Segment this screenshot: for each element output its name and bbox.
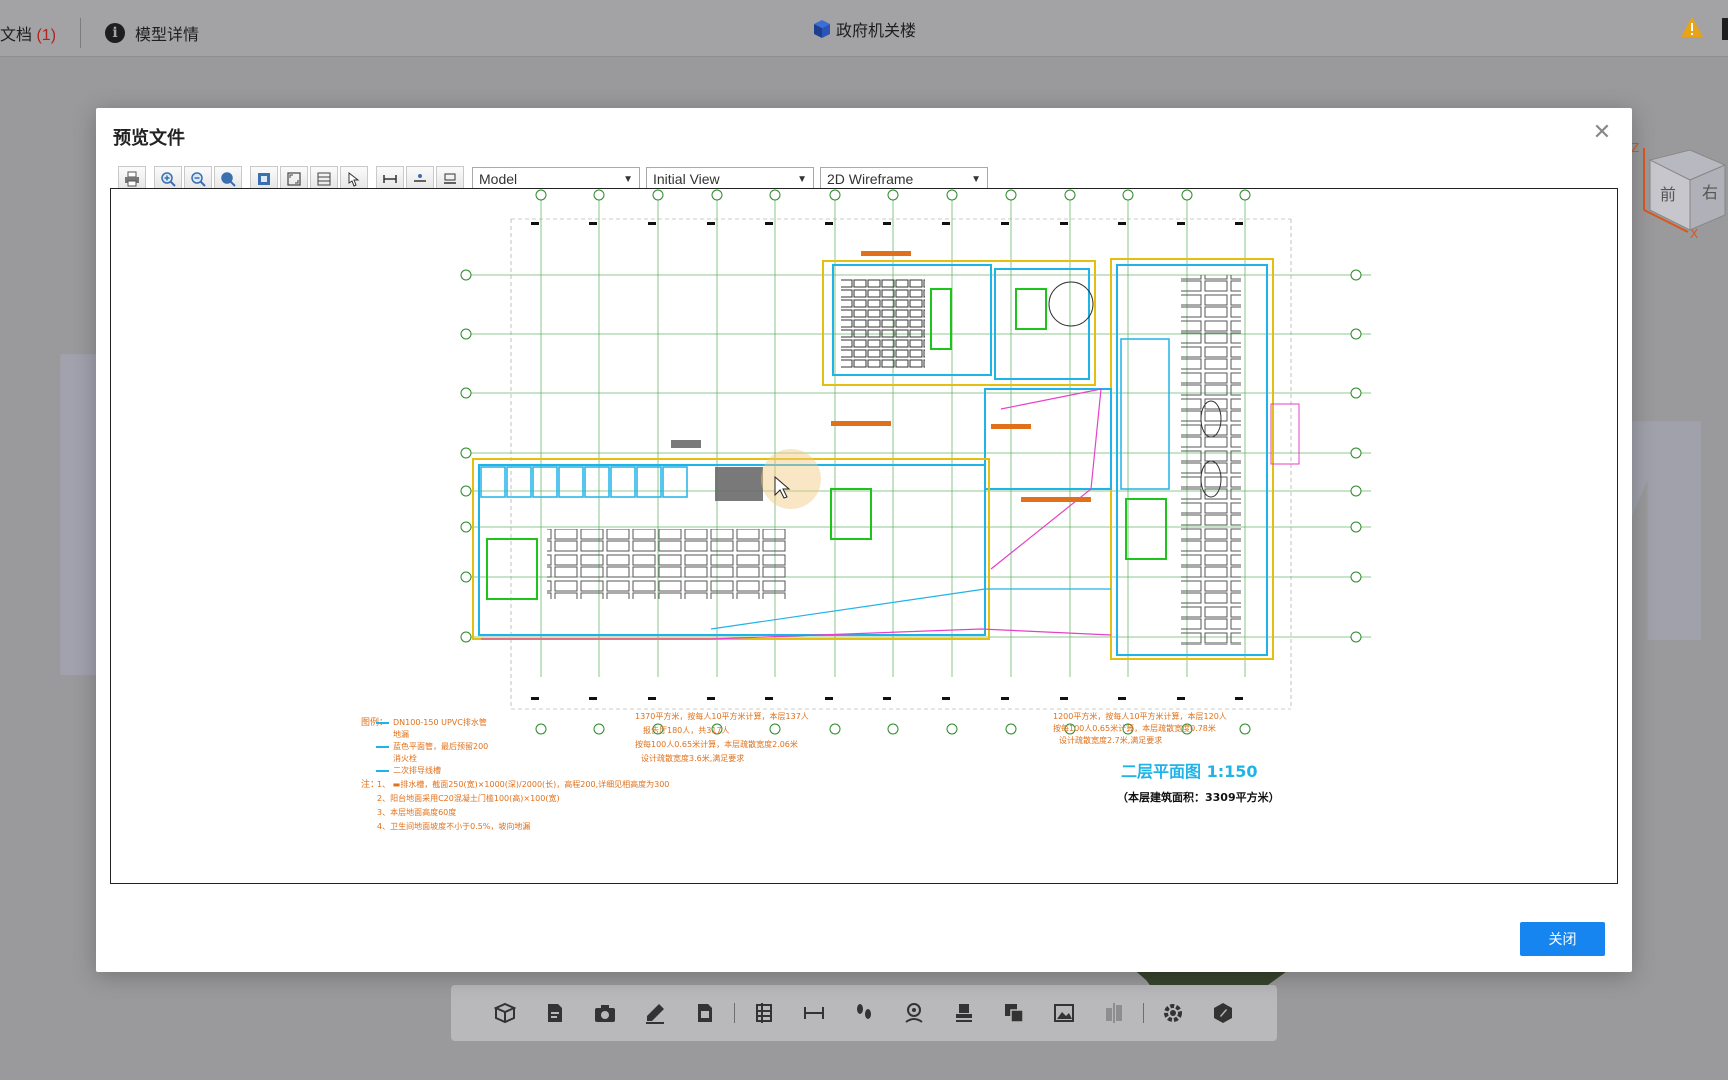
project-title: 政府机关楼 [812, 17, 916, 41]
image-icon[interactable] [1039, 985, 1089, 1041]
svg-text:X: X [1690, 227, 1698, 240]
documents-tab[interactable]: 文档 (1) [0, 21, 56, 45]
walk-icon[interactable] [839, 985, 889, 1041]
close-icon[interactable]: ✕ [1590, 120, 1614, 144]
close-dialog-button[interactable]: 关闭 [1520, 922, 1605, 956]
legend-item: 地漏 [393, 729, 409, 739]
section-icon[interactable] [739, 985, 789, 1041]
model-details-tab[interactable]: i 模型详情 [105, 21, 199, 45]
svg-text:Z: Z [1631, 141, 1639, 155]
divider [734, 1003, 735, 1023]
model-cube-icon[interactable] [480, 985, 530, 1041]
svg-text:右: 右 [1702, 183, 1718, 202]
document-icon[interactable] [530, 985, 580, 1041]
floor-plan-drawing: 二层平面图 1:150 （本层建筑面积：3309平方米） 图例： DN100-1… [361, 189, 1371, 831]
center-note-line: 1370平方米，按每人10平方米计算，本层137人 [635, 711, 809, 721]
note-line: 2、阳台地面采用C20混凝土门槛100(高)×100(宽) [377, 793, 560, 803]
right-note-line: 1200平方米，按每人10平方米计算，本层120人 [1053, 711, 1227, 721]
warning-icon[interactable] [1680, 16, 1704, 38]
legend-item: 蓝色平面管，最后预留200 [393, 741, 488, 751]
compare-icon[interactable] [1089, 985, 1139, 1041]
top-toolbar: 文档 (1) i 模型详情 政府机关楼 [0, 0, 1728, 57]
divider [80, 18, 82, 48]
location-icon[interactable] [889, 985, 939, 1041]
sheet-icon[interactable] [680, 985, 730, 1041]
dialog-title: 预览文件 [113, 128, 185, 148]
center-note-line: 按每100人0.65米计算，本层疏散宽度2.06米 [635, 739, 798, 749]
preview-file-dialog: 预览文件 ✕ Model ▼ Initial View ▼ 2D Wireframe… [96, 108, 1632, 972]
top-toolbar-left: 文档 (1) i 模型详情 [0, 18, 199, 48]
view-cube[interactable]: Z X 前 右 [1630, 140, 1728, 240]
chevron-down-icon: ▼ [797, 173, 807, 185]
info-icon: i [105, 23, 126, 43]
legend-item: 二次排导线槽 [393, 765, 441, 775]
camera-icon[interactable] [580, 985, 630, 1041]
chevron-down-icon: ▼ [971, 173, 981, 185]
project-title-text: 政府机关楼 [836, 23, 917, 40]
stamp-icon[interactable] [939, 985, 989, 1041]
markup-pen-icon[interactable] [630, 985, 680, 1041]
copy-icon[interactable] [989, 985, 1039, 1041]
center-note-line: 报告厅180人，共317人 [643, 725, 730, 735]
right-note-line: 设计疏散宽度2.7米,满足要求 [1059, 735, 1162, 745]
drawing-area-note: （本层建筑面积：3309平方米） [1117, 790, 1280, 804]
divider [1143, 1003, 1144, 1023]
note-line: 3、本层地面高度60度 [377, 807, 456, 817]
svg-text:前: 前 [1660, 185, 1676, 204]
tag-icon[interactable] [1198, 985, 1248, 1041]
drawing-title: 二层平面图 1:150 [1121, 762, 1258, 781]
model-details-label: 模型详情 [135, 27, 200, 44]
bottom-toolbar [451, 985, 1277, 1041]
right-note-line: 按每100人0.65米计算，本层疏散宽度0.78米 [1053, 723, 1216, 733]
legend-item: DN100-150 UPVC排水管 [393, 717, 487, 727]
model-cube-icon [814, 20, 830, 38]
chevron-down-icon: ▼ [623, 173, 633, 185]
measure-icon[interactable] [789, 985, 839, 1041]
center-note-line: 设计疏散宽度3.6米,满足要求 [641, 753, 744, 763]
right-edge-button[interactable] [1722, 18, 1728, 40]
settings-icon[interactable] [1148, 985, 1198, 1041]
note-line: 4、卫生间地面坡度不小于0.5%，坡向地漏 [377, 821, 530, 831]
cad-drawing-viewport[interactable]: 二层平面图 1:150 （本层建筑面积：3309平方米） 图例： DN100-1… [110, 188, 1618, 884]
note-line: 1、 ▬排水槽，截面250(宽)×1000(深)/2000(长)，高程200,详… [377, 779, 669, 789]
legend-item: 消火栓 [393, 753, 417, 763]
